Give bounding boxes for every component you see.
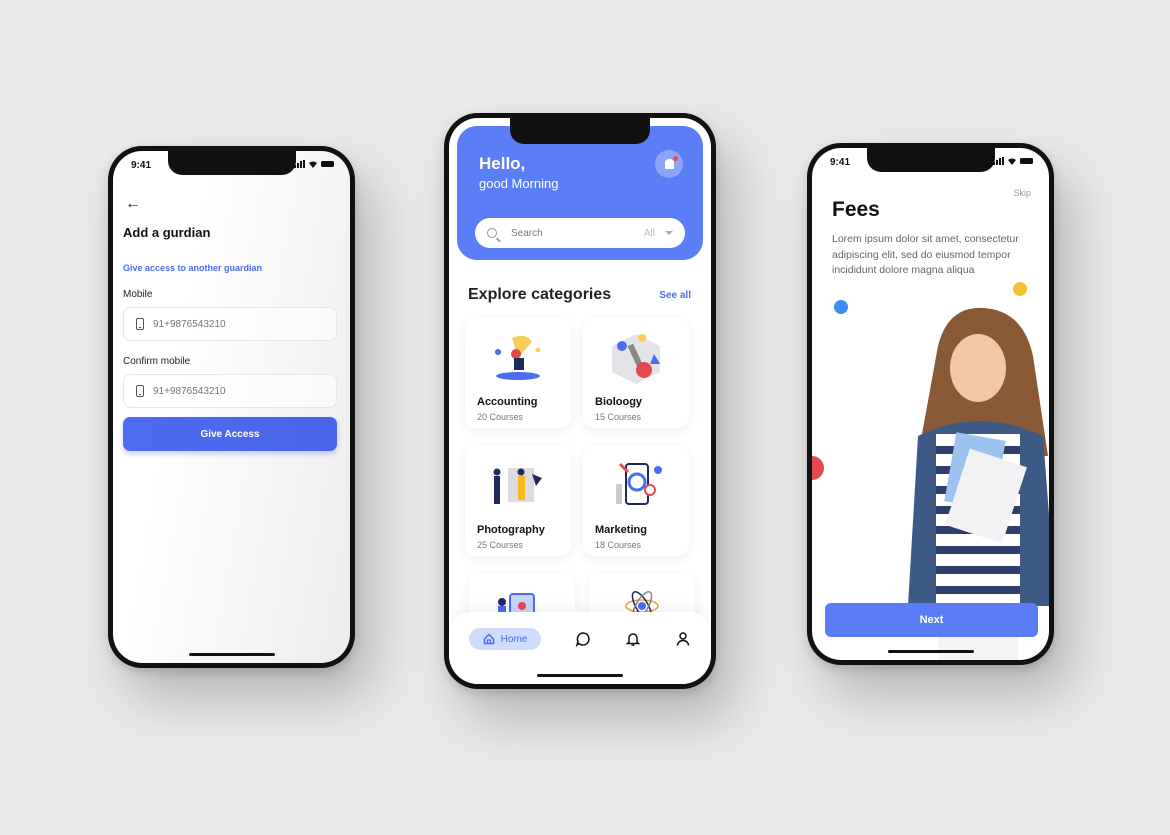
biology-illustration bbox=[612, 334, 660, 384]
notch bbox=[510, 118, 650, 144]
mobile-input[interactable] bbox=[153, 318, 313, 330]
back-arrow-icon[interactable]: ← bbox=[125, 195, 141, 213]
notification-button[interactable] bbox=[655, 150, 683, 178]
photography-illustration bbox=[493, 468, 542, 504]
page-title: Add a gurdian bbox=[123, 225, 211, 240]
decor-dot-blue bbox=[834, 300, 848, 314]
bottom-nav: Home bbox=[449, 612, 711, 684]
decor-dot-red bbox=[812, 456, 824, 480]
category-card-accounting[interactable]: Accounting 20 Courses bbox=[465, 318, 571, 428]
home-indicator bbox=[537, 674, 623, 677]
signal-icon bbox=[993, 157, 1004, 165]
search-bar[interactable]: All bbox=[475, 218, 685, 248]
hello-text: Hello, bbox=[479, 154, 526, 173]
accounting-illustration bbox=[495, 335, 541, 380]
category-card-photography[interactable]: Photography 25 Courses bbox=[465, 446, 571, 556]
page-title: Fees bbox=[832, 198, 880, 221]
section-title: Explore categories bbox=[468, 286, 612, 303]
notch bbox=[167, 151, 296, 175]
search-icon bbox=[487, 228, 497, 238]
notification-dot bbox=[672, 156, 678, 161]
screen: Hello, good Morning All Explore categori… bbox=[449, 118, 711, 684]
description-text: Lorem ipsum dolor sit amet, consectetur … bbox=[832, 233, 1019, 276]
category-name: Photography bbox=[477, 524, 545, 536]
give-access-button[interactable]: Give Access bbox=[123, 417, 337, 451]
nav-home[interactable]: Home bbox=[469, 628, 541, 650]
decor-dot-yellow bbox=[1013, 282, 1027, 296]
confirm-mobile-label: Confirm mobile bbox=[123, 356, 191, 367]
filter-select[interactable]: All bbox=[644, 228, 655, 239]
home-indicator bbox=[887, 650, 974, 653]
confirm-mobile-input[interactable] bbox=[153, 385, 313, 397]
home-icon bbox=[483, 633, 494, 645]
status-time: 9:41 bbox=[131, 160, 152, 171]
category-card-biology[interactable]: Bioloogy 15 Courses bbox=[583, 318, 689, 428]
screen: 9:41 ← Add a gurdian Give access to anot… bbox=[113, 151, 350, 663]
signal-icon bbox=[294, 160, 305, 168]
category-count: 15 Courses bbox=[595, 412, 642, 422]
marketing-illustration bbox=[616, 462, 662, 505]
chevron-down-icon[interactable] bbox=[665, 231, 673, 235]
notch bbox=[866, 148, 995, 172]
next-button[interactable]: Next bbox=[825, 603, 1038, 637]
category-card-marketing[interactable]: Marketing 18 Courses bbox=[583, 446, 689, 556]
status-icons bbox=[294, 160, 334, 168]
give-access-link[interactable]: Give access to another guardian bbox=[123, 263, 262, 273]
screen: 9:41 Skip Fees Lorem ipsum dolor sit ame… bbox=[812, 148, 1049, 660]
mobile-field[interactable] bbox=[123, 307, 337, 341]
home-indicator bbox=[188, 653, 275, 656]
phone-icon bbox=[136, 385, 144, 397]
phone-icon bbox=[136, 318, 144, 330]
chat-icon[interactable] bbox=[575, 631, 591, 647]
battery-icon bbox=[1020, 158, 1033, 164]
header-banner: Hello, good Morning All bbox=[457, 126, 703, 260]
status-time: 9:41 bbox=[830, 157, 851, 168]
category-name: Bioloogy bbox=[595, 396, 643, 408]
greeting-text: good Morning bbox=[479, 176, 559, 191]
category-count: 20 Courses bbox=[477, 412, 524, 422]
confirm-mobile-field[interactable] bbox=[123, 374, 337, 408]
category-name: Marketing bbox=[595, 524, 647, 536]
search-input[interactable] bbox=[511, 227, 644, 239]
phone-add-guardian: 9:41 ← Add a gurdian Give access to anot… bbox=[108, 146, 355, 668]
wifi-icon bbox=[309, 161, 317, 168]
category-count: 18 Courses bbox=[595, 540, 642, 550]
category-count: 25 Courses bbox=[477, 540, 524, 550]
battery-icon bbox=[321, 161, 334, 167]
profile-icon[interactable] bbox=[675, 631, 691, 647]
nav-home-label: Home bbox=[500, 633, 528, 645]
phone-fees: 9:41 Skip Fees Lorem ipsum dolor sit ame… bbox=[807, 143, 1054, 665]
wifi-icon bbox=[1008, 158, 1016, 165]
bell-icon[interactable] bbox=[625, 631, 641, 647]
see-all-link[interactable]: See all bbox=[659, 290, 691, 301]
category-name: Accounting bbox=[477, 396, 538, 408]
mobile-label: Mobile bbox=[123, 289, 153, 300]
phone-home: Hello, good Morning All Explore categori… bbox=[444, 113, 716, 689]
skip-link[interactable]: Skip bbox=[1013, 188, 1031, 198]
status-icons bbox=[993, 157, 1033, 165]
bell-icon bbox=[664, 156, 678, 169]
